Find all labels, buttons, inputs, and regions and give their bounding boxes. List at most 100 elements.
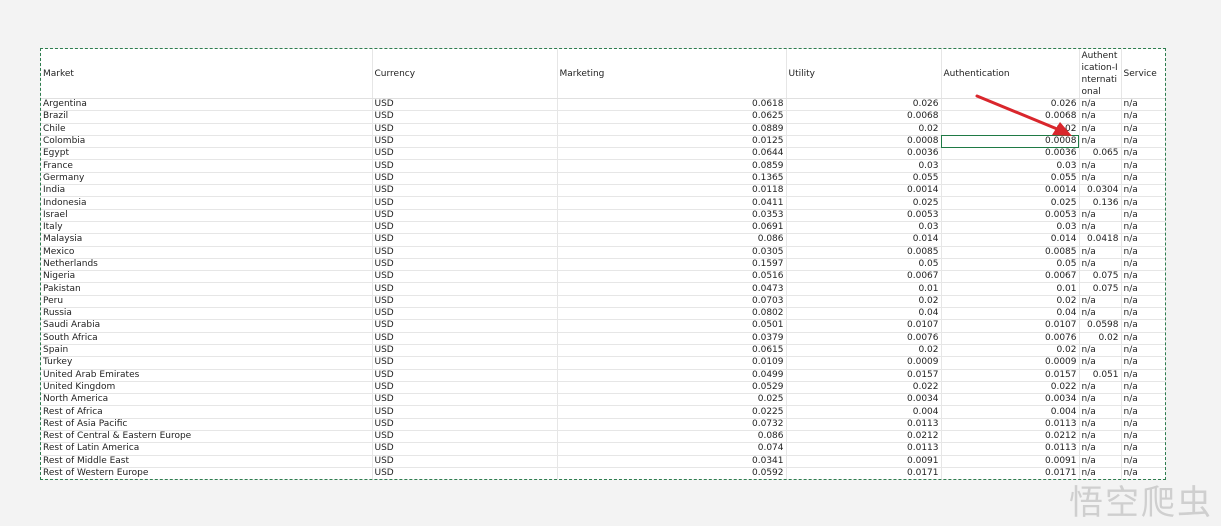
cell-authentication-international[interactable]: n/a — [1079, 430, 1122, 444]
cell-marketing[interactable]: 0.0592 — [557, 467, 787, 479]
cell-currency[interactable]: USD — [372, 233, 558, 247]
cell-marketing[interactable]: 0.1365 — [557, 172, 787, 186]
cell-market[interactable]: Rest of Africa — [41, 405, 373, 419]
column-header-market[interactable]: Market — [41, 49, 373, 99]
cell-market[interactable]: United Kingdom — [41, 381, 373, 395]
cell-market[interactable]: Malaysia — [41, 233, 373, 247]
cell-marketing[interactable]: 0.0411 — [557, 196, 787, 210]
cell-authentication-international[interactable]: 0.0598 — [1079, 319, 1122, 333]
cell-utility[interactable]: 0.0091 — [786, 455, 942, 468]
cell-authentication[interactable]: 0.0085 — [941, 246, 1080, 259]
cell-authentication-international[interactable]: 0.051 — [1079, 369, 1122, 382]
cell-authentication[interactable]: 0.0171 — [941, 467, 1080, 479]
cell-marketing[interactable]: 0.0889 — [557, 123, 787, 136]
cell-currency[interactable]: USD — [372, 209, 558, 222]
cell-market[interactable]: Rest of Central & Eastern Europe — [41, 430, 373, 444]
cell-utility[interactable]: 0.0009 — [786, 356, 942, 370]
cell-utility[interactable]: 0.0113 — [786, 418, 942, 432]
cell-market[interactable]: Pakistan — [41, 282, 373, 296]
cell-service[interactable]: n/a — [1121, 258, 1165, 272]
cell-service[interactable]: n/a — [1121, 307, 1165, 321]
cell-authentication[interactable]: 0.004 — [941, 405, 1080, 419]
cell-currency[interactable]: USD — [372, 319, 558, 333]
cell-utility[interactable]: 0.055 — [786, 172, 942, 186]
cell-authentication-international[interactable]: n/a — [1079, 418, 1122, 432]
cell-authentication-international[interactable]: n/a — [1079, 455, 1122, 468]
cell-market[interactable]: Spain — [41, 344, 373, 358]
cell-authentication[interactable]: 0.05 — [941, 258, 1080, 272]
cell-currency[interactable]: USD — [372, 123, 558, 136]
cell-authentication-international[interactable]: n/a — [1079, 258, 1122, 272]
cell-authentication[interactable]: 0.0014 — [941, 184, 1080, 198]
cell-utility[interactable]: 0.04 — [786, 307, 942, 321]
cell-marketing[interactable]: 0.0529 — [557, 381, 787, 395]
cell-marketing[interactable]: 0.0353 — [557, 209, 787, 222]
cell-market[interactable]: Italy — [41, 221, 373, 235]
cell-market[interactable]: Indonesia — [41, 196, 373, 210]
cell-authentication-international[interactable]: n/a — [1079, 356, 1122, 370]
cell-market[interactable]: Rest of Asia Pacific — [41, 418, 373, 432]
cell-marketing[interactable]: 0.086 — [557, 233, 787, 247]
cell-authentication[interactable]: 0.0113 — [941, 442, 1080, 456]
cell-marketing[interactable]: 0.0618 — [557, 98, 787, 112]
cell-utility[interactable]: 0.02 — [786, 295, 942, 309]
cell-utility[interactable]: 0.0008 — [786, 135, 942, 149]
cell-utility[interactable]: 0.03 — [786, 221, 942, 235]
cell-marketing[interactable]: 0.0305 — [557, 246, 787, 259]
cell-authentication-international[interactable]: n/a — [1079, 246, 1122, 259]
cell-currency[interactable]: USD — [372, 196, 558, 210]
cell-service[interactable]: n/a — [1121, 381, 1165, 395]
cell-authentication[interactable]: 0.03 — [941, 159, 1080, 173]
cell-authentication-international[interactable]: 0.065 — [1079, 147, 1122, 161]
cell-utility[interactable]: 0.0053 — [786, 209, 942, 222]
cell-currency[interactable]: USD — [372, 159, 558, 173]
cell-marketing[interactable]: 0.0703 — [557, 295, 787, 309]
cell-service[interactable]: n/a — [1121, 98, 1165, 112]
cell-service[interactable]: n/a — [1121, 147, 1165, 161]
cell-marketing[interactable]: 0.0341 — [557, 455, 787, 468]
cell-marketing[interactable]: 0.025 — [557, 393, 787, 407]
cell-service[interactable]: n/a — [1121, 196, 1165, 210]
cell-service[interactable]: n/a — [1121, 233, 1165, 247]
cell-currency[interactable]: USD — [372, 258, 558, 272]
cell-utility[interactable]: 0.0212 — [786, 430, 942, 444]
cell-marketing[interactable]: 0.0802 — [557, 307, 787, 321]
cell-marketing[interactable]: 0.0473 — [557, 282, 787, 296]
cell-marketing[interactable]: 0.086 — [557, 430, 787, 444]
cell-market[interactable]: Mexico — [41, 246, 373, 259]
cell-market[interactable]: Nigeria — [41, 270, 373, 284]
cell-service[interactable]: n/a — [1121, 393, 1165, 407]
cell-service[interactable]: n/a — [1121, 344, 1165, 358]
cell-currency[interactable]: USD — [372, 221, 558, 235]
cell-currency[interactable]: USD — [372, 332, 558, 345]
cell-service[interactable]: n/a — [1121, 270, 1165, 284]
cell-authentication-international[interactable]: n/a — [1079, 159, 1122, 173]
cell-utility[interactable]: 0.0034 — [786, 393, 942, 407]
cell-market[interactable]: South Africa — [41, 332, 373, 345]
cell-marketing[interactable]: 0.0644 — [557, 147, 787, 161]
cell-currency[interactable]: USD — [372, 369, 558, 382]
cell-marketing[interactable]: 0.1597 — [557, 258, 787, 272]
cell-authentication[interactable]: 0.0036 — [941, 147, 1080, 161]
cell-utility[interactable]: 0.0014 — [786, 184, 942, 198]
cell-authentication-international[interactable]: n/a — [1079, 221, 1122, 235]
cell-service[interactable]: n/a — [1121, 332, 1165, 345]
cell-utility[interactable]: 0.022 — [786, 381, 942, 395]
cell-service[interactable]: n/a — [1121, 455, 1165, 468]
cell-authentication[interactable]: 0.022 — [941, 381, 1080, 395]
cell-market[interactable]: Chile — [41, 123, 373, 136]
column-header-utility[interactable]: Utility — [786, 49, 942, 99]
cell-authentication-international[interactable]: n/a — [1079, 307, 1122, 321]
cell-service[interactable]: n/a — [1121, 110, 1165, 124]
cell-authentication-international[interactable]: 0.02 — [1079, 332, 1122, 345]
cell-authentication[interactable]: 0.04 — [941, 307, 1080, 321]
cell-utility[interactable]: 0.014 — [786, 233, 942, 247]
cell-market[interactable]: North America — [41, 393, 373, 407]
column-header-authentication-international[interactable]: Authentication-International — [1079, 49, 1122, 99]
cell-currency[interactable]: USD — [372, 356, 558, 370]
cell-authentication[interactable]: 0.0034 — [941, 393, 1080, 407]
cell-market[interactable]: Saudi Arabia — [41, 319, 373, 333]
cell-authentication-international[interactable]: n/a — [1079, 209, 1122, 222]
cell-utility[interactable]: 0.02 — [786, 123, 942, 136]
cell-authentication-international[interactable]: n/a — [1079, 172, 1122, 186]
